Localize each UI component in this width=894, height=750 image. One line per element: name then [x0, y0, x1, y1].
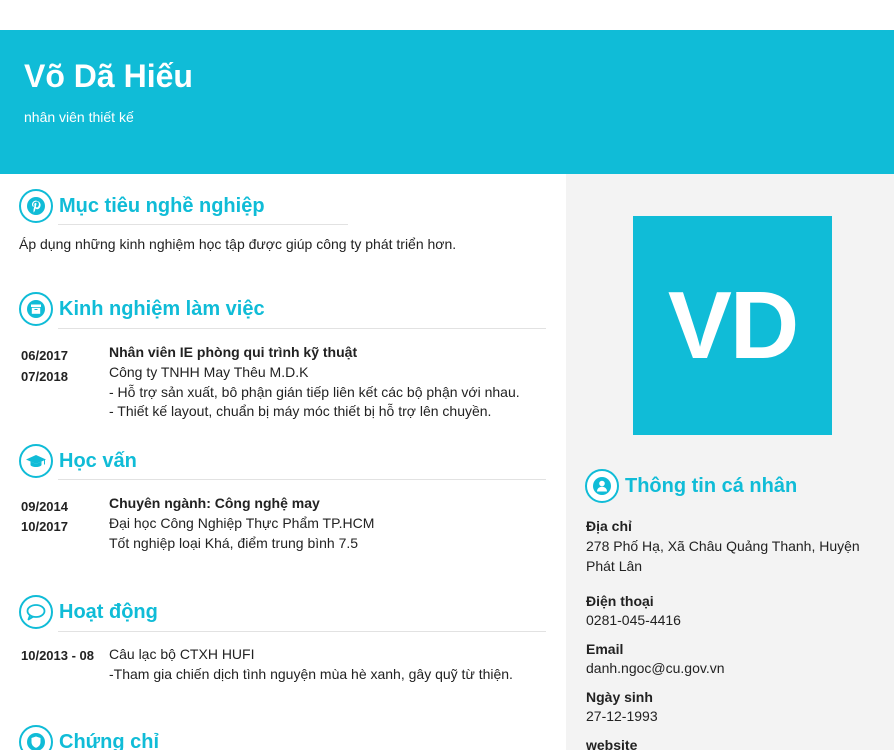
resume-header: Võ Dã Hiếu nhân viên thiết kế: [0, 30, 894, 174]
candidate-role: nhân viên thiết kế: [24, 109, 134, 125]
activity-detail: -Tham gia chiến dịch tình nguyện mùa hè …: [109, 666, 513, 682]
experience-start-date: 06/2017: [21, 348, 68, 363]
candidate-name: Võ Dã Hiếu: [24, 58, 193, 94]
sidebar-panel: VD Thông tin cá nhân Địa chỉ 278 Phố Hạ,…: [566, 174, 894, 750]
archive-box-icon: [19, 292, 53, 326]
education-start-date: 09/2014: [21, 499, 68, 514]
website-label: website: [586, 737, 638, 750]
top-strip: [0, 0, 894, 30]
experience-divider: [58, 328, 546, 329]
address-value: Phát Lân: [586, 558, 643, 574]
education-school: Đại học Công Nghiệp Thực Phẩm TP.HCM: [109, 515, 375, 531]
dob-value: 27-12-1993: [586, 708, 658, 724]
activities-title: Hoạt động: [59, 600, 158, 623]
objective-title: Mục tiêu nghề nghiệp: [59, 194, 265, 217]
experience-section-header: Kinh nghiệm làm việc: [19, 292, 265, 326]
activities-divider: [58, 631, 546, 632]
experience-detail: - Hỗ trợ sản xuất, bô phận gián tiếp liê…: [109, 384, 520, 400]
avatar: VD: [633, 216, 832, 435]
education-divider: [58, 479, 546, 480]
pinterest-icon: [19, 189, 53, 223]
personal-info-header: Thông tin cá nhân: [585, 469, 797, 503]
objective-divider: [58, 224, 348, 225]
experience-position: Nhân viên IE phòng qui trình kỹ thuật: [109, 344, 358, 360]
graduation-cap-icon: [19, 444, 53, 478]
experience-end-date: 07/2018: [21, 369, 68, 384]
phone-value: 0281-045-4416: [586, 612, 681, 628]
phone-label: Điện thoại: [586, 593, 654, 609]
objective-section-header: Mục tiêu nghề nghiệp: [19, 189, 265, 223]
education-section-header: Học vấn: [19, 444, 137, 478]
certificates-title: Chứng chỉ: [59, 730, 160, 750]
address-value: 278 Phố Hạ, Xã Châu Quảng Thanh, Huyện: [586, 538, 860, 554]
email-label: Email: [586, 641, 624, 657]
experience-detail: - Thiết kế layout, chuẩn bị máy móc thiế…: [109, 403, 492, 419]
user-icon: [585, 469, 619, 503]
activity-date: 10/2013 - 08: [21, 648, 95, 663]
activity-org: Câu lạc bộ CTXH HUFI: [109, 646, 255, 662]
experience-title: Kinh nghiệm làm việc: [59, 297, 265, 320]
certificates-section-header: Chứng chỉ: [19, 725, 159, 750]
shield-icon: [19, 725, 53, 750]
experience-company: Công ty TNHH May Thêu M.D.K: [109, 364, 309, 380]
education-major: Chuyên ngành: Công nghệ may: [109, 495, 320, 511]
personal-info-title: Thông tin cá nhân: [625, 474, 798, 497]
email-value: danh.ngoc@cu.gov.vn: [586, 660, 725, 676]
address-label: Địa chỉ: [586, 518, 632, 534]
education-title: Học vấn: [59, 449, 137, 472]
activities-section-header: Hoạt động: [19, 595, 158, 629]
speech-bubble-icon: [19, 595, 53, 629]
education-result: Tốt nghiệp loại Khá, điểm trung bình 7.5: [109, 535, 359, 551]
objective-text: Áp dụng những kinh nghiệm học tập được g…: [19, 236, 457, 252]
education-end-date: 10/2017: [21, 519, 68, 534]
dob-label: Ngày sinh: [586, 689, 653, 705]
